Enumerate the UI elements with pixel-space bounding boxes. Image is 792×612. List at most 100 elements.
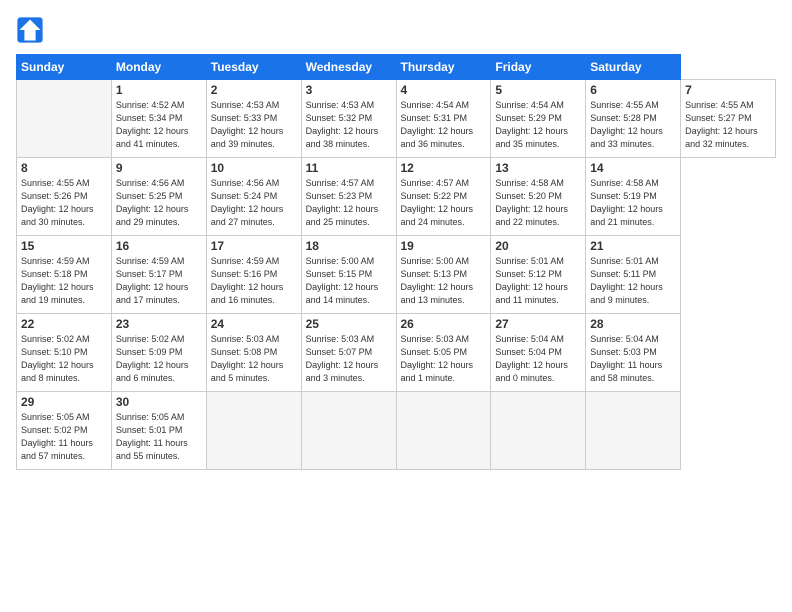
- calendar-cell: 22 Sunrise: 5:02 AMSunset: 5:10 PMDayligh…: [17, 314, 112, 392]
- day-info: Sunrise: 4:55 AMSunset: 5:27 PMDaylight:…: [685, 99, 771, 151]
- calendar-cell: 16 Sunrise: 4:59 AMSunset: 5:17 PMDayligh…: [111, 236, 206, 314]
- day-info: Sunrise: 4:54 AMSunset: 5:31 PMDaylight:…: [401, 99, 487, 151]
- day-number: 22: [21, 317, 107, 331]
- day-number: 21: [590, 239, 676, 253]
- day-info: Sunrise: 5:00 AMSunset: 5:13 PMDaylight:…: [401, 255, 487, 307]
- calendar-cell: 11Sunrise: 4:57 AMSunset: 5:23 PMDayligh…: [301, 158, 396, 236]
- day-info: Sunrise: 5:03 AMSunset: 5:07 PMDaylight:…: [306, 333, 392, 385]
- week-row-2: 8Sunrise: 4:55 AMSunset: 5:26 PMDaylight…: [17, 158, 776, 236]
- day-number: 20: [495, 239, 581, 253]
- header: [16, 16, 776, 44]
- day-number: 12: [401, 161, 487, 175]
- calendar-cell: 19Sunrise: 5:00 AMSunset: 5:13 PMDayligh…: [396, 236, 491, 314]
- logo: [16, 16, 46, 44]
- col-header-wednesday: Wednesday: [301, 55, 396, 80]
- week-row-4: 22 Sunrise: 5:02 AMSunset: 5:10 PMDayligh…: [17, 314, 776, 392]
- empty-cell: [17, 80, 112, 158]
- calendar-cell: 23 Sunrise: 5:02 AMSunset: 5:09 PMDayligh…: [111, 314, 206, 392]
- col-header-monday: Monday: [111, 55, 206, 80]
- day-number: 8: [21, 161, 107, 175]
- calendar-cell: 6 Sunrise: 4:55 AMSunset: 5:28 PMDaylight…: [586, 80, 681, 158]
- day-number: 24: [211, 317, 297, 331]
- day-info: Sunrise: 5:04 AMSunset: 5:04 PMDaylight:…: [495, 333, 581, 385]
- calendar-cell: [586, 392, 681, 470]
- day-info: Sunrise: 4:54 AMSunset: 5:29 PMDaylight:…: [495, 99, 581, 151]
- day-info: Sunrise: 5:02 AMSunset: 5:09 PMDaylight:…: [116, 333, 202, 385]
- day-number: 5: [495, 83, 581, 97]
- calendar-cell: 7 Sunrise: 4:55 AMSunset: 5:27 PMDaylight…: [681, 80, 776, 158]
- day-info: Sunrise: 5:01 AMSunset: 5:12 PMDaylight:…: [495, 255, 581, 307]
- calendar-cell: 14 Sunrise: 4:58 AMSunset: 5:19 PMDayligh…: [586, 158, 681, 236]
- calendar-cell: 24 Sunrise: 5:03 AMSunset: 5:08 PMDayligh…: [206, 314, 301, 392]
- day-number: 3: [306, 83, 392, 97]
- day-info: Sunrise: 5:04 AMSunset: 5:03 PMDaylight:…: [590, 333, 676, 385]
- calendar-cell: [396, 392, 491, 470]
- day-number: 11: [306, 161, 392, 175]
- calendar-cell: 15Sunrise: 4:59 AMSunset: 5:18 PMDayligh…: [17, 236, 112, 314]
- day-number: 23: [116, 317, 202, 331]
- day-info: Sunrise: 5:03 AMSunset: 5:08 PMDaylight:…: [211, 333, 297, 385]
- day-info: Sunrise: 5:05 AMSunset: 5:02 PMDaylight:…: [21, 411, 107, 463]
- calendar-cell: 12 Sunrise: 4:57 AMSunset: 5:22 PMDayligh…: [396, 158, 491, 236]
- day-info: Sunrise: 4:58 AMSunset: 5:19 PMDaylight:…: [590, 177, 676, 229]
- day-info: Sunrise: 4:53 AMSunset: 5:32 PMDaylight:…: [306, 99, 392, 151]
- day-number: 13: [495, 161, 581, 175]
- day-number: 9: [116, 161, 202, 175]
- day-number: 6: [590, 83, 676, 97]
- day-info: Sunrise: 5:01 AMSunset: 5:11 PMDaylight:…: [590, 255, 676, 307]
- week-row-3: 15Sunrise: 4:59 AMSunset: 5:18 PMDayligh…: [17, 236, 776, 314]
- col-header-saturday: Saturday: [586, 55, 681, 80]
- calendar-cell: [301, 392, 396, 470]
- day-number: 28: [590, 317, 676, 331]
- col-header-friday: Friday: [491, 55, 586, 80]
- day-number: 17: [211, 239, 297, 253]
- day-info: Sunrise: 5:03 AMSunset: 5:05 PMDaylight:…: [401, 333, 487, 385]
- calendar-cell: 1 Sunrise: 4:52 AMSunset: 5:34 PMDaylight…: [111, 80, 206, 158]
- day-info: Sunrise: 4:57 AMSunset: 5:22 PMDaylight:…: [401, 177, 487, 229]
- calendar-cell: 28 Sunrise: 5:04 AMSunset: 5:03 PMDayligh…: [586, 314, 681, 392]
- calendar-cell: 2Sunrise: 4:53 AMSunset: 5:33 PMDaylight…: [206, 80, 301, 158]
- calendar-cell: 13Sunrise: 4:58 AMSunset: 5:20 PMDayligh…: [491, 158, 586, 236]
- day-info: Sunrise: 4:59 AMSunset: 5:17 PMDaylight:…: [116, 255, 202, 307]
- day-info: Sunrise: 5:02 AMSunset: 5:10 PMDaylight:…: [21, 333, 107, 385]
- day-number: 7: [685, 83, 771, 97]
- calendar-cell: 26Sunrise: 5:03 AMSunset: 5:05 PMDayligh…: [396, 314, 491, 392]
- calendar-cell: 29 Sunrise: 5:05 AMSunset: 5:02 PMDayligh…: [17, 392, 112, 470]
- day-info: Sunrise: 4:55 AMSunset: 5:28 PMDaylight:…: [590, 99, 676, 151]
- day-number: 4: [401, 83, 487, 97]
- calendar-cell: 20 Sunrise: 5:01 AMSunset: 5:12 PMDayligh…: [491, 236, 586, 314]
- day-number: 27: [495, 317, 581, 331]
- calendar-cell: 5 Sunrise: 4:54 AMSunset: 5:29 PMDaylight…: [491, 80, 586, 158]
- calendar-cell: [491, 392, 586, 470]
- day-number: 16: [116, 239, 202, 253]
- calendar-cell: [206, 392, 301, 470]
- day-number: 18: [306, 239, 392, 253]
- col-header-thursday: Thursday: [396, 55, 491, 80]
- calendar-cell: 25Sunrise: 5:03 AMSunset: 5:07 PMDayligh…: [301, 314, 396, 392]
- day-info: Sunrise: 4:59 AMSunset: 5:18 PMDaylight:…: [21, 255, 107, 307]
- day-number: 10: [211, 161, 297, 175]
- day-info: Sunrise: 4:56 AMSunset: 5:25 PMDaylight:…: [116, 177, 202, 229]
- calendar-cell: 21 Sunrise: 5:01 AMSunset: 5:11 PMDayligh…: [586, 236, 681, 314]
- calendar-body: 1 Sunrise: 4:52 AMSunset: 5:34 PMDaylight…: [17, 80, 776, 470]
- calendar-cell: 27 Sunrise: 5:04 AMSunset: 5:04 PMDayligh…: [491, 314, 586, 392]
- day-info: Sunrise: 4:56 AMSunset: 5:24 PMDaylight:…: [211, 177, 297, 229]
- day-number: 14: [590, 161, 676, 175]
- week-row-5: 29 Sunrise: 5:05 AMSunset: 5:02 PMDayligh…: [17, 392, 776, 470]
- logo-icon: [16, 16, 44, 44]
- calendar-cell: 30Sunrise: 5:05 AMSunset: 5:01 PMDayligh…: [111, 392, 206, 470]
- calendar-cell: 17Sunrise: 4:59 AMSunset: 5:16 PMDayligh…: [206, 236, 301, 314]
- day-info: Sunrise: 5:00 AMSunset: 5:15 PMDaylight:…: [306, 255, 392, 307]
- week-row-1: 1 Sunrise: 4:52 AMSunset: 5:34 PMDaylight…: [17, 80, 776, 158]
- page: SundayMondayTuesdayWednesdayThursdayFrid…: [0, 0, 792, 612]
- calendar-cell: 8Sunrise: 4:55 AMSunset: 5:26 PMDaylight…: [17, 158, 112, 236]
- calendar-cell: 3 Sunrise: 4:53 AMSunset: 5:32 PMDaylight…: [301, 80, 396, 158]
- calendar-cell: 4 Sunrise: 4:54 AMSunset: 5:31 PMDaylight…: [396, 80, 491, 158]
- day-info: Sunrise: 4:53 AMSunset: 5:33 PMDaylight:…: [211, 99, 297, 151]
- day-info: Sunrise: 4:52 AMSunset: 5:34 PMDaylight:…: [116, 99, 202, 151]
- day-number: 1: [116, 83, 202, 97]
- day-info: Sunrise: 5:05 AMSunset: 5:01 PMDaylight:…: [116, 411, 202, 463]
- calendar-cell: 10 Sunrise: 4:56 AMSunset: 5:24 PMDayligh…: [206, 158, 301, 236]
- day-number: 29: [21, 395, 107, 409]
- calendar-cell: 18 Sunrise: 5:00 AMSunset: 5:15 PMDayligh…: [301, 236, 396, 314]
